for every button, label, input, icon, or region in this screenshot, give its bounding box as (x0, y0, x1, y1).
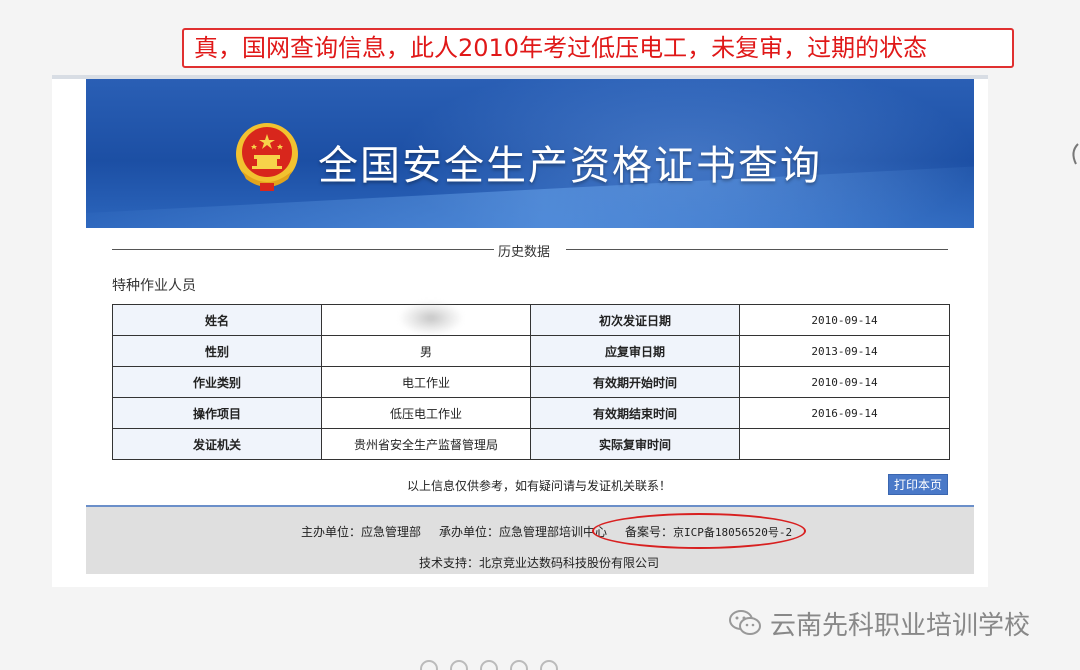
field-value: 2010-09-14 (739, 304, 950, 336)
field-value: 低压电工作业 (321, 397, 531, 429)
table-row: 性别 男 应复审日期 2013-09-14 (112, 335, 950, 367)
field-label: 操作项目 (112, 397, 322, 429)
disclaimer-note: 以上信息仅供参考，如有疑问请与发证机关联系！ (407, 479, 672, 493)
table-row: 发证机关 贵州省安全生产监督管理局 实际复审时间 (112, 428, 950, 460)
field-value: 2010-09-14 (739, 366, 950, 398)
watermark-text: 云南先科职业培训学校 (770, 610, 1031, 641)
field-label: 实际复审时间 (530, 428, 740, 460)
field-label: 性别 (112, 335, 322, 367)
field-label: 初次发证日期 (530, 304, 740, 336)
footer-host: 主办单位：应急管理部 (301, 525, 422, 539)
field-value: 电工作业 (321, 366, 531, 398)
table-row: 操作项目 低压电工作业 有效期结束时间 2016-09-14 (112, 397, 950, 429)
annotation-text: 真，国网查询信息，此人2010年考过低压电工，未复审，过期的状态 (194, 34, 928, 62)
print-button[interactable]: 打印本页 (888, 474, 948, 495)
field-value (739, 428, 950, 460)
wechat-icon (729, 610, 761, 635)
field-label: 发证机关 (112, 428, 322, 460)
field-label: 姓名 (112, 304, 322, 336)
national-emblem-icon (236, 123, 298, 191)
table-row: 姓名 初次发证日期 2010-09-14 (112, 304, 950, 336)
category-label: 特种作业人员 (112, 278, 196, 294)
field-label: 有效期开始时间 (530, 366, 740, 398)
edge-fragment-icon (1072, 143, 1079, 165)
field-value: 2016-09-14 (739, 397, 950, 429)
field-value: 男 (321, 335, 531, 367)
section-title: 历史数据 (498, 245, 551, 260)
field-label: 有效期结束时间 (530, 397, 740, 429)
field-value: 2013-09-14 (739, 335, 950, 367)
header-banner: 全国安全生产资格证书查询 (86, 79, 974, 228)
icp-highlight-oval (592, 513, 806, 549)
field-label: 作业类别 (112, 366, 322, 398)
footer-tech-support: 技术支持：北京竞业达数码科技股份有限公司 (419, 556, 660, 570)
section-divider-right (566, 249, 948, 250)
banner-title: 全国安全生产资格证书查询 (318, 143, 822, 189)
table-row: 作业类别 电工作业 有效期开始时间 2010-09-14 (112, 366, 950, 398)
name-redaction-blur (399, 301, 463, 335)
watermark: 云南先科职业培训学校 (728, 606, 1031, 641)
cropped-icons-row (420, 660, 620, 670)
section-divider-left (112, 249, 494, 250)
certificate-info-table: 姓名 初次发证日期 2010-09-14 性别 男 应复审日期 2013-09-… (112, 304, 950, 460)
annotation-box: 真，国网查询信息，此人2010年考过低压电工，未复审，过期的状态 (182, 28, 1014, 68)
footer-organizer: 承办单位：应急管理部培训中心 (439, 525, 608, 539)
page-frame: 全国安全生产资格证书查询 历史数据 特种作业人员 姓名 初次发证日期 2010-… (52, 75, 988, 587)
footer: 主办单位：应急管理部 承办单位：应急管理部培训中心 备案号：京ICP备1805652… (86, 505, 974, 574)
field-label: 应复审日期 (530, 335, 740, 367)
field-value: 贵州省安全生产监督管理局 (321, 428, 531, 460)
